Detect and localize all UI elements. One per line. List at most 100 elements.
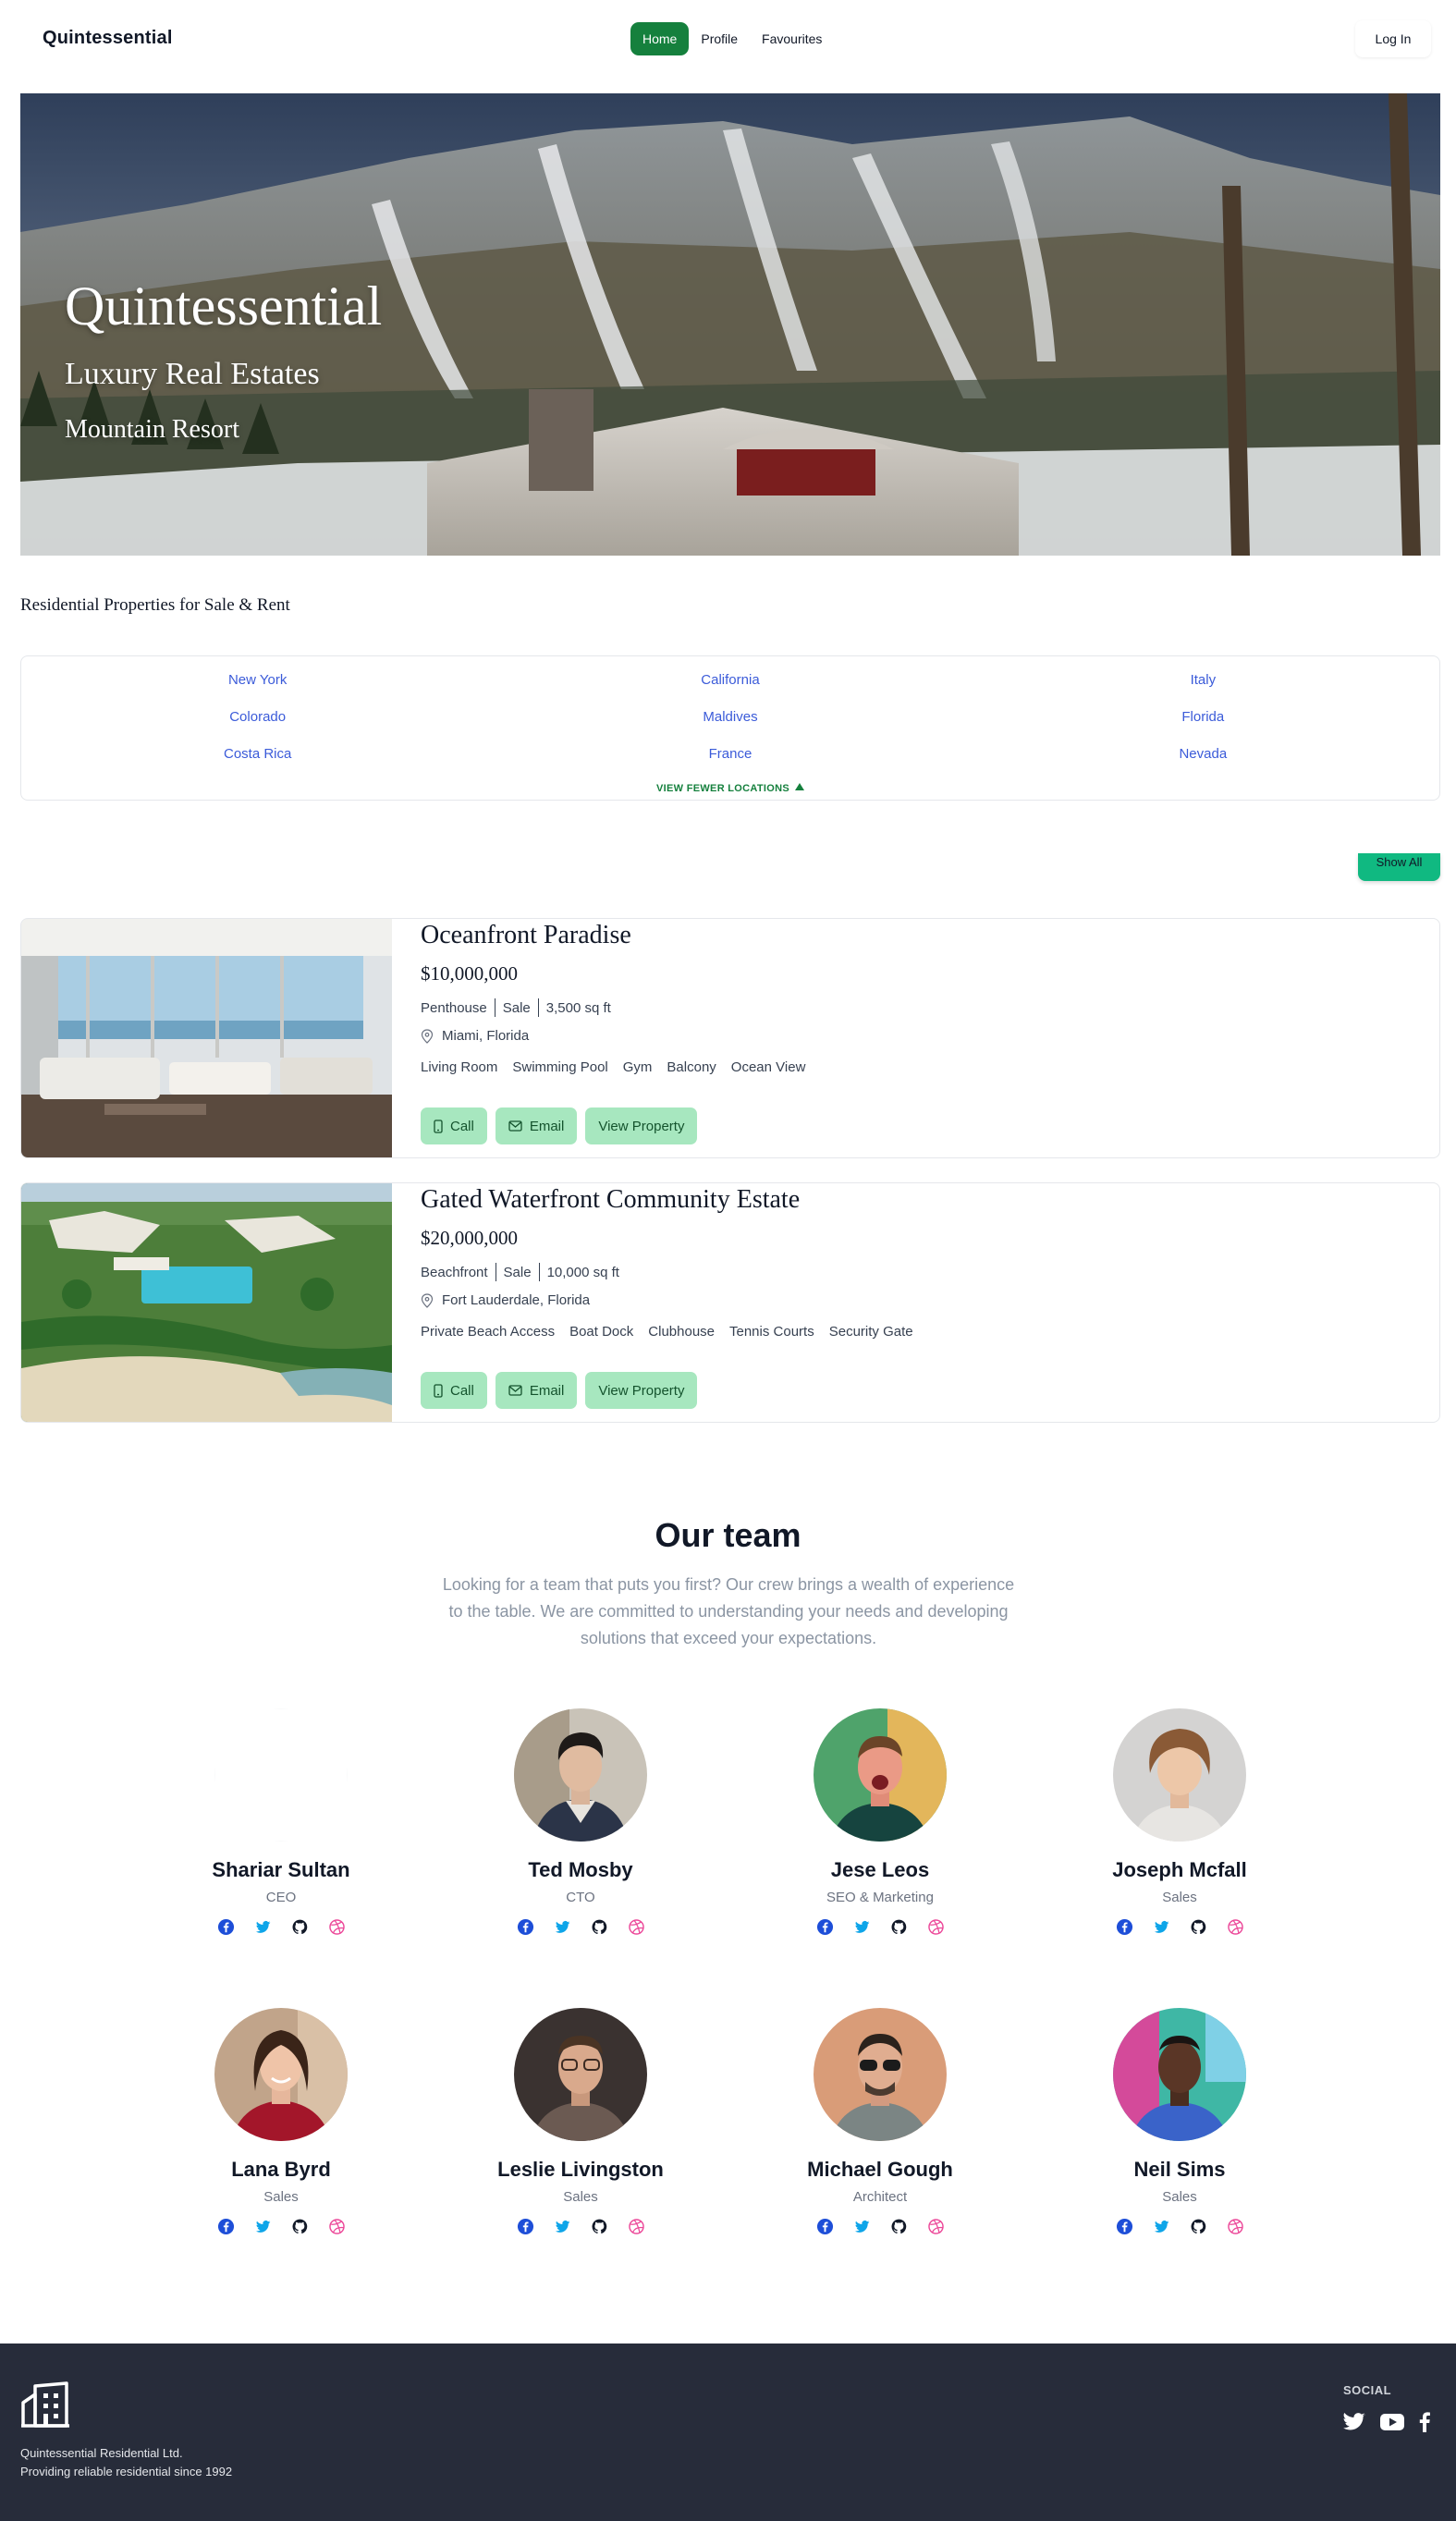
mail-icon: [508, 1385, 522, 1396]
facebook-icon[interactable]: [1116, 1918, 1133, 1936]
team-member-card: Ted Mosby CTO: [460, 1708, 701, 1936]
call-label: Call: [450, 1118, 474, 1134]
hero-title: Quintessential: [65, 275, 383, 337]
member-social-links: [460, 1918, 701, 1936]
github-icon[interactable]: [591, 2218, 608, 2235]
brand-logo[interactable]: Quintessential: [43, 28, 173, 49]
divider: [494, 998, 496, 1017]
property-title[interactable]: Oceanfront Paradise: [421, 921, 631, 950]
dribbble-icon[interactable]: [328, 1918, 346, 1936]
github-icon[interactable]: [1190, 2218, 1207, 2235]
footer-tagline: Providing reliable residential since 199…: [20, 2465, 233, 2478]
location-link[interactable]: Colorado: [21, 708, 494, 727]
member-social-links: [1059, 2218, 1300, 2235]
avatar: [1113, 2008, 1246, 2141]
facebook-icon[interactable]: [816, 2218, 834, 2235]
property-location: Fort Lauderdale, Florida: [421, 1292, 590, 1308]
location-link[interactable]: New York: [21, 671, 494, 690]
call-button[interactable]: Call: [421, 1108, 487, 1144]
team-member-card: Michael Gough Architect: [760, 2008, 1000, 2235]
call-button[interactable]: Call: [421, 1372, 487, 1409]
twitter-icon[interactable]: [1343, 2413, 1365, 2431]
member-role: Sales: [1162, 2189, 1197, 2205]
feature-item: Living Room: [421, 1059, 498, 1075]
feature-item: Tennis Courts: [729, 1324, 814, 1340]
twitter-icon[interactable]: [254, 1918, 272, 1936]
location-link[interactable]: Maldives: [494, 708, 966, 727]
team-member-card: Lana Byrd Sales: [161, 2008, 401, 2235]
avatar-placeholder-image: [214, 1708, 348, 1842]
divider: [537, 998, 539, 1017]
email-button[interactable]: Email: [495, 1108, 578, 1144]
github-icon[interactable]: [291, 1918, 309, 1936]
facebook-icon[interactable]: [517, 1918, 534, 1936]
nav-home[interactable]: Home: [630, 22, 690, 55]
location-link[interactable]: Costa Rica: [21, 745, 494, 764]
view-property-button[interactable]: View Property: [585, 1372, 698, 1409]
dribbble-icon[interactable]: [1227, 1918, 1244, 1936]
github-icon[interactable]: [890, 1918, 908, 1936]
show-all-button[interactable]: Show All: [1358, 853, 1440, 881]
twitter-icon[interactable]: [1153, 2218, 1170, 2235]
property-title[interactable]: Gated Waterfront Community Estate: [421, 1185, 800, 1215]
location-link[interactable]: California: [494, 671, 966, 690]
github-icon[interactable]: [291, 2218, 309, 2235]
email-button[interactable]: Email: [495, 1372, 578, 1409]
dribbble-icon[interactable]: [328, 2218, 346, 2235]
twitter-icon[interactable]: [554, 2218, 571, 2235]
feature-item: Security Gate: [828, 1324, 913, 1340]
nav-profile[interactable]: Profile: [689, 22, 750, 55]
feature-item: Boat Dock: [569, 1324, 634, 1340]
login-button[interactable]: Log In: [1355, 20, 1431, 57]
facebook-icon[interactable]: [1419, 2412, 1430, 2432]
member-role: SEO & Marketing: [826, 1890, 934, 1905]
facebook-icon[interactable]: [217, 2218, 235, 2235]
dribbble-icon[interactable]: [927, 2218, 945, 2235]
property-actions: Call Email View Property: [421, 1108, 698, 1144]
dribbble-icon[interactable]: [927, 1918, 945, 1936]
building-logo-icon[interactable]: [20, 2380, 70, 2433]
github-icon[interactable]: [1190, 1918, 1207, 1936]
member-social-links: [760, 1918, 1000, 1936]
hero-subtitle: Luxury Real Estates: [65, 357, 320, 391]
dribbble-icon[interactable]: [1227, 2218, 1244, 2235]
dribbble-icon[interactable]: [628, 1918, 645, 1936]
location-link[interactable]: Florida: [967, 708, 1439, 727]
locations-grid: New York California Italy Colorado Maldi…: [21, 671, 1439, 764]
footer-company-name: Quintessential Residential Ltd.: [20, 2446, 183, 2460]
facebook-icon[interactable]: [1116, 2218, 1133, 2235]
property-card: Gated Waterfront Community Estate $20,00…: [20, 1182, 1440, 1423]
hero-subtitle-secondary: Mountain Resort: [65, 415, 239, 444]
member-role: Sales: [263, 2189, 299, 2205]
facebook-icon[interactable]: [816, 1918, 834, 1936]
location-link[interactable]: Nevada: [967, 745, 1439, 764]
nav-favourites[interactable]: Favourites: [750, 22, 834, 55]
view-fewer-locations-label: VIEW FEWER LOCATIONS: [656, 783, 789, 794]
location-link[interactable]: France: [494, 745, 966, 764]
view-property-button[interactable]: View Property: [585, 1108, 698, 1144]
twitter-icon[interactable]: [254, 2218, 272, 2235]
dribbble-icon[interactable]: [628, 2218, 645, 2235]
twitter-icon[interactable]: [853, 2218, 871, 2235]
avatar: [214, 1708, 348, 1842]
property-type: Beachfront: [421, 1264, 488, 1280]
property-photo[interactable]: [21, 919, 392, 1157]
facebook-icon[interactable]: [217, 1918, 235, 1936]
github-icon[interactable]: [890, 2218, 908, 2235]
youtube-icon[interactable]: [1380, 2413, 1404, 2431]
twitter-icon[interactable]: [554, 1918, 571, 1936]
member-social-links: [1059, 1918, 1300, 1936]
view-fewer-locations-toggle[interactable]: VIEW FEWER LOCATIONS: [21, 783, 1439, 794]
github-icon[interactable]: [591, 1918, 608, 1936]
member-social-links: [460, 2218, 701, 2235]
facebook-icon[interactable]: [517, 2218, 534, 2235]
location-link[interactable]: Italy: [967, 671, 1439, 690]
property-photo[interactable]: [21, 1183, 392, 1422]
feature-item: Balcony: [667, 1059, 716, 1075]
waterfront-estate-image: [21, 1183, 392, 1422]
property-actions: Call Email View Property: [421, 1372, 698, 1409]
twitter-icon[interactable]: [1153, 1918, 1170, 1936]
properties-heading: Residential Properties for Sale & Rent: [20, 595, 290, 615]
twitter-icon[interactable]: [853, 1918, 871, 1936]
property-price: $20,000,000: [421, 1227, 518, 1249]
